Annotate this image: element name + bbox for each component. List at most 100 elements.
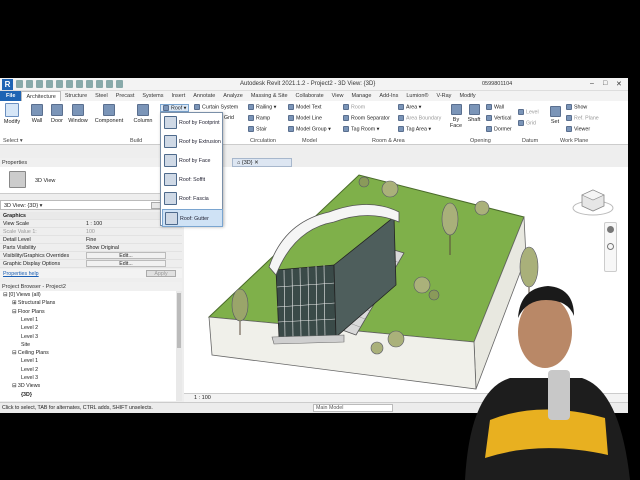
tab-analyze[interactable]: Analyze	[219, 91, 247, 101]
thin-lines-icon[interactable]	[106, 80, 113, 88]
open-icon[interactable]	[16, 80, 23, 88]
scrollbar-thumb[interactable]	[177, 293, 181, 348]
print-icon[interactable]	[56, 80, 63, 88]
area-button[interactable]: Area ▾	[398, 104, 421, 110]
tab-manage[interactable]: Manage	[348, 91, 376, 101]
tab-lumion[interactable]: Lumion®	[402, 91, 432, 101]
tree-item[interactable]: Level 1	[21, 317, 38, 323]
section-icon[interactable]	[96, 80, 103, 88]
tag-room-button[interactable]: Tag Room ▾	[343, 126, 379, 132]
tab-structure[interactable]: Structure	[61, 91, 91, 101]
save-icon[interactable]	[26, 80, 33, 88]
full-navigation-wheel-icon[interactable]	[607, 226, 614, 233]
ref-plane-button[interactable]: Ref. Plane	[566, 115, 599, 121]
model-line-button[interactable]: Model Line	[288, 115, 322, 121]
modify-button[interactable]: Modify	[3, 103, 21, 125]
close-button[interactable]: ✕	[616, 80, 622, 88]
model-text-button[interactable]: Model Text	[288, 104, 322, 110]
tab-file[interactable]: File	[0, 91, 22, 101]
tab-architecture[interactable]: Architecture	[21, 91, 61, 101]
graphics-section[interactable]: Graphics	[0, 212, 182, 220]
component-button[interactable]: Component	[93, 104, 125, 124]
roof-by-footprint-menu-item[interactable]: Roof by Footprint	[162, 114, 223, 132]
stair-button[interactable]: Stair	[248, 126, 267, 132]
views-root-node[interactable]: ⊟ [0] Views (all)	[3, 292, 41, 298]
model-group-button[interactable]: Model Group ▾	[288, 126, 331, 132]
column-button[interactable]: Column	[131, 104, 155, 124]
browser-scrollbar[interactable]	[176, 291, 182, 401]
railing-button[interactable]: Railing ▾	[248, 104, 276, 110]
show-button[interactable]: Show	[566, 104, 587, 110]
property-row[interactable]: Parts Visibility Show Original	[0, 244, 182, 252]
curtain-system-button[interactable]: Curtain System	[194, 104, 238, 110]
undo-icon[interactable]	[36, 80, 43, 88]
room-button[interactable]: Room	[343, 104, 365, 110]
minimize-button[interactable]: –	[590, 80, 594, 87]
tag-area-button[interactable]: Tag Area ▾	[398, 126, 431, 132]
tree-item[interactable]: Level 2	[21, 367, 38, 373]
user-account[interactable]: 0599801104	[482, 81, 512, 87]
dormer-button[interactable]: Dormer	[486, 126, 512, 132]
roof-soffit-menu-item[interactable]: Roof: Soffit	[162, 171, 223, 189]
type-selector[interactable]: 3D View	[0, 167, 182, 194]
tree-category[interactable]: ⊟ Ceiling Plans	[12, 350, 49, 356]
tab-massing-site[interactable]: Massing & Site	[247, 91, 292, 101]
tab-precast[interactable]: Precast	[112, 91, 139, 101]
wall-button[interactable]: Wall	[28, 104, 46, 124]
wall-opening-button[interactable]: Wall	[486, 104, 504, 110]
tree-category[interactable]: ⊟ Floor Plans	[12, 309, 45, 315]
tree-category[interactable]: ⊟ 3D Views	[12, 383, 40, 389]
roof-gutter-menu-item[interactable]: Roof: Gutter	[162, 209, 223, 227]
tree-item[interactable]: Level 3	[21, 375, 38, 381]
properties-help-link[interactable]: Properties help	[3, 271, 39, 277]
revit-logo[interactable]: R	[2, 79, 13, 90]
tab-systems[interactable]: Systems	[138, 91, 167, 101]
navigation-bar[interactable]	[604, 222, 617, 272]
vertical-button[interactable]: Vertical	[486, 115, 511, 121]
tree-item[interactable]: Level 1	[21, 358, 38, 364]
by-face-button[interactable]: By Face	[448, 104, 464, 129]
property-row[interactable]: View Scale 1 : 100	[0, 220, 182, 228]
area-boundary-button[interactable]: Area Boundary	[398, 115, 441, 121]
datum-grid-button[interactable]: Grid	[518, 120, 536, 126]
tab-insert[interactable]: Insert	[167, 91, 189, 101]
tab-collaborate[interactable]: Collaborate	[292, 91, 328, 101]
tab-v-ray[interactable]: V-Ray	[432, 91, 455, 101]
property-value[interactable]: 1 : 100	[86, 221, 102, 227]
property-row[interactable]: Detail Level Fine	[0, 236, 182, 244]
apply-button[interactable]: Apply	[146, 270, 176, 277]
tree-item[interactable]: Level 3	[21, 334, 38, 340]
room-separator-button[interactable]: Room Separator	[343, 115, 390, 121]
viewer-button[interactable]: Viewer	[566, 126, 590, 132]
text-icon[interactable]	[76, 80, 83, 88]
measure-icon[interactable]	[66, 80, 73, 88]
select-panel-label[interactable]: Select ▾	[3, 138, 23, 144]
zoom-icon[interactable]	[607, 243, 614, 250]
viewcube[interactable]	[572, 186, 614, 220]
tree-item[interactable]: {3D}	[21, 392, 32, 398]
tree-item[interactable]: Site	[21, 342, 30, 348]
roof-by-extrusion-menu-item[interactable]: Roof by Extrusion	[162, 133, 223, 151]
property-value[interactable]: Show Original	[86, 245, 119, 251]
view-scale[interactable]: 1 : 100	[194, 395, 211, 401]
display-options-edit-button[interactable]: Edit...	[86, 260, 166, 267]
tab-add-ins[interactable]: Add-Ins	[375, 91, 402, 101]
tree-category[interactable]: ⊞ Structural Plans	[12, 300, 55, 306]
view-tab-3d[interactable]: ⌂ {3D} ✕	[232, 158, 292, 167]
close-hidden-icon[interactable]	[116, 80, 123, 88]
roof-fascia-menu-item[interactable]: Roof: Fascia	[162, 190, 223, 208]
ramp-button[interactable]: Ramp	[248, 115, 270, 121]
level-button[interactable]: Level	[518, 109, 539, 115]
tab-annotate[interactable]: Annotate	[189, 91, 219, 101]
3d-icon[interactable]	[86, 80, 93, 88]
active-model-selector[interactable]: Main Model	[313, 404, 393, 412]
property-value[interactable]: Fine	[86, 237, 96, 243]
tab-view[interactable]: View	[328, 91, 348, 101]
redo-icon[interactable]	[46, 80, 53, 88]
grid-button[interactable]: Grid	[224, 115, 234, 121]
set-button[interactable]: Set	[548, 106, 562, 125]
door-button[interactable]: Door	[48, 104, 66, 124]
window-button[interactable]: Window	[67, 104, 89, 124]
tab-modify[interactable]: Modify	[455, 91, 479, 101]
vg-overrides-edit-button[interactable]: Edit...	[86, 252, 166, 259]
